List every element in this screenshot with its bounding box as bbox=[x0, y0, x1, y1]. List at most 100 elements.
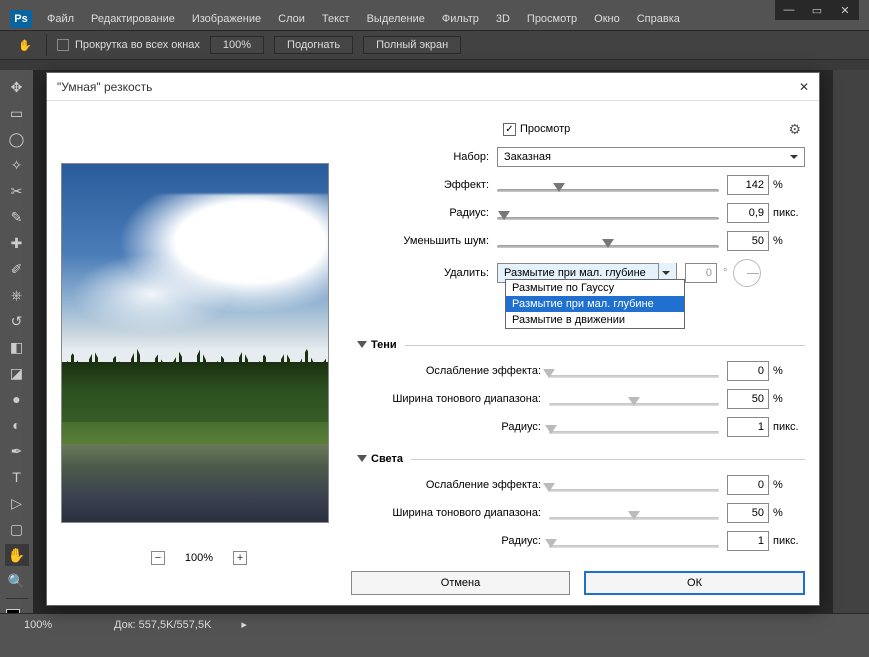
hi-radius-slider[interactable] bbox=[549, 539, 719, 543]
remove-option-lens[interactable]: Размытие при мал. глубине bbox=[506, 296, 684, 312]
menu-file[interactable]: Файл bbox=[39, 10, 82, 28]
dialog-title: "Умная" резкость bbox=[57, 80, 152, 94]
minimize-button[interactable]: — bbox=[775, 0, 803, 20]
blur-tool-icon[interactable]: ● bbox=[5, 388, 29, 410]
menu-bar: Ps Файл Редактирование Изображение Слои … bbox=[0, 8, 869, 30]
sh-tonal-input[interactable]: 50 bbox=[727, 389, 769, 409]
noise-unit: % bbox=[769, 235, 805, 247]
radius-unit: пикс. bbox=[769, 207, 805, 219]
zoom-tool-icon[interactable]: 🔍 bbox=[5, 570, 29, 592]
angle-degree-icon: ° bbox=[723, 267, 727, 279]
dialog-close-icon[interactable]: ✕ bbox=[799, 80, 809, 94]
settings-gear-icon[interactable]: ⚙ bbox=[788, 121, 801, 138]
cancel-button[interactable]: Отмена bbox=[351, 571, 570, 595]
type-tool-icon[interactable]: T bbox=[5, 466, 29, 488]
status-bar: 100% Док: 557,5K/557,5K ▸ bbox=[0, 613, 869, 635]
zoom-out-button[interactable]: − bbox=[151, 551, 165, 565]
amount-label: Эффект: bbox=[351, 179, 497, 191]
menu-edit[interactable]: Редактирование bbox=[83, 10, 183, 28]
fullscreen-button[interactable]: Полный экран bbox=[363, 36, 461, 54]
angle-input[interactable]: 0 bbox=[685, 263, 717, 283]
zoom-100-button[interactable]: 100% bbox=[210, 36, 264, 54]
sh-tonal-slider[interactable] bbox=[549, 397, 719, 401]
menu-help[interactable]: Справка bbox=[629, 10, 688, 28]
preview-checkbox[interactable]: ✓ Просмотр bbox=[503, 123, 570, 136]
right-panels bbox=[833, 70, 869, 635]
hi-fade-slider[interactable] bbox=[549, 483, 719, 487]
shape-tool-icon[interactable]: ▢ bbox=[5, 518, 29, 540]
option-bar: ✋ Прокрутка во всех окнах 100% Подогнать… bbox=[0, 30, 869, 60]
hi-radius-input[interactable]: 1 bbox=[727, 531, 769, 551]
tool-rail: ✥ ▭ ◯ ✧ ✂ ✎ ✚ ✐ ⎈ ↺ ◧ ◪ ● ◐ ✒ T ▷ ▢ ✋ 🔍 bbox=[0, 70, 34, 635]
path-select-tool-icon[interactable]: ▷ bbox=[5, 492, 29, 514]
amount-unit: % bbox=[769, 179, 805, 191]
dodge-tool-icon[interactable]: ◐ bbox=[5, 414, 29, 436]
highlights-disclosure-icon[interactable] bbox=[357, 455, 367, 467]
angle-dial[interactable] bbox=[733, 259, 761, 287]
sh-tonal-label: Ширина тонового диапазона: bbox=[351, 393, 549, 405]
sh-radius-slider[interactable] bbox=[549, 425, 719, 429]
menu-select[interactable]: Выделение bbox=[359, 10, 433, 28]
noise-slider[interactable] bbox=[497, 239, 719, 243]
remove-dropdown-list: Размытие по Гауссу Размытие при мал. глу… bbox=[505, 279, 685, 329]
smart-sharpen-dialog: "Умная" резкость ✕ − 1 0 0% + ✓ Просмотр bbox=[46, 72, 820, 606]
crop-tool-icon[interactable]: ✂ bbox=[5, 180, 29, 202]
history-brush-tool-icon[interactable]: ↺ bbox=[5, 310, 29, 332]
marquee-tool-icon[interactable]: ▭ bbox=[5, 102, 29, 124]
sh-fade-slider[interactable] bbox=[549, 369, 719, 373]
eyedropper-tool-icon[interactable]: ✎ bbox=[5, 206, 29, 228]
hi-fade-label: Ослабление эффекта: bbox=[351, 479, 549, 491]
preset-label: Набор: bbox=[351, 151, 497, 163]
remove-option-gaussian[interactable]: Размытие по Гауссу bbox=[506, 280, 684, 296]
scroll-all-checkbox[interactable]: Прокрутка во всех окнах bbox=[57, 39, 200, 51]
scroll-all-label: Прокрутка во всех окнах bbox=[75, 39, 200, 51]
sh-fade-label: Ослабление эффекта: bbox=[351, 365, 549, 377]
amount-slider[interactable] bbox=[497, 183, 719, 187]
hand-tool-icon: ✋ bbox=[14, 34, 36, 56]
radius-slider[interactable] bbox=[497, 211, 719, 215]
noise-input[interactable]: 50 bbox=[727, 231, 769, 251]
status-arrow-icon[interactable]: ▸ bbox=[241, 618, 247, 631]
hi-tonal-slider[interactable] bbox=[549, 511, 719, 515]
sh-radius-input[interactable]: 1 bbox=[727, 417, 769, 437]
hi-tonal-input[interactable]: 50 bbox=[727, 503, 769, 523]
menu-image[interactable]: Изображение bbox=[184, 10, 269, 28]
eraser-tool-icon[interactable]: ◧ bbox=[5, 336, 29, 358]
menu-layer[interactable]: Слои bbox=[270, 10, 313, 28]
menu-view[interactable]: Просмотр bbox=[519, 10, 585, 28]
remove-value: Размытие при мал. глубине bbox=[504, 267, 646, 279]
preview-label: Просмотр bbox=[520, 123, 570, 135]
hi-tonal-label: Ширина тонового диапазона: bbox=[351, 507, 549, 519]
radius-label: Радиус: bbox=[351, 207, 497, 219]
magic-wand-tool-icon[interactable]: ✧ bbox=[5, 154, 29, 176]
menu-type[interactable]: Текст bbox=[314, 10, 358, 28]
sh-fade-input[interactable]: 0 bbox=[727, 361, 769, 381]
status-doc: Док: 557,5K/557,5K bbox=[114, 619, 211, 631]
close-button[interactable]: ✕ bbox=[831, 0, 859, 20]
ok-button[interactable]: ОК bbox=[584, 571, 805, 595]
zoom-in-button[interactable]: + bbox=[233, 551, 247, 565]
amount-input[interactable]: 142 bbox=[727, 175, 769, 195]
gradient-tool-icon[interactable]: ◪ bbox=[5, 362, 29, 384]
shadows-disclosure-icon[interactable] bbox=[357, 341, 367, 353]
radius-input[interactable]: 0,9 bbox=[727, 203, 769, 223]
menu-3d[interactable]: 3D bbox=[488, 10, 518, 28]
stamp-tool-icon[interactable]: ⎈ bbox=[5, 284, 29, 306]
lasso-tool-icon[interactable]: ◯ bbox=[5, 128, 29, 150]
pen-tool-icon[interactable]: ✒ bbox=[5, 440, 29, 462]
app-logo: Ps bbox=[10, 10, 32, 28]
fit-button[interactable]: Подогнать bbox=[274, 36, 353, 54]
preview-image[interactable] bbox=[61, 163, 329, 523]
status-zoom[interactable]: 100% bbox=[24, 619, 84, 631]
hi-radius-label: Радиус: bbox=[351, 535, 549, 547]
hi-fade-input[interactable]: 0 bbox=[727, 475, 769, 495]
heal-tool-icon[interactable]: ✚ bbox=[5, 232, 29, 254]
menu-filter[interactable]: Фильтр bbox=[434, 10, 487, 28]
maximize-button[interactable]: ▭ bbox=[803, 0, 831, 20]
brush-tool-icon[interactable]: ✐ bbox=[5, 258, 29, 280]
menu-window[interactable]: Окно bbox=[586, 10, 628, 28]
remove-option-motion[interactable]: Размытие в движении bbox=[506, 312, 684, 328]
move-tool-icon[interactable]: ✥ bbox=[5, 76, 29, 98]
hand-tool-icon[interactable]: ✋ bbox=[5, 544, 29, 566]
preset-select[interactable]: Заказная bbox=[497, 147, 805, 167]
